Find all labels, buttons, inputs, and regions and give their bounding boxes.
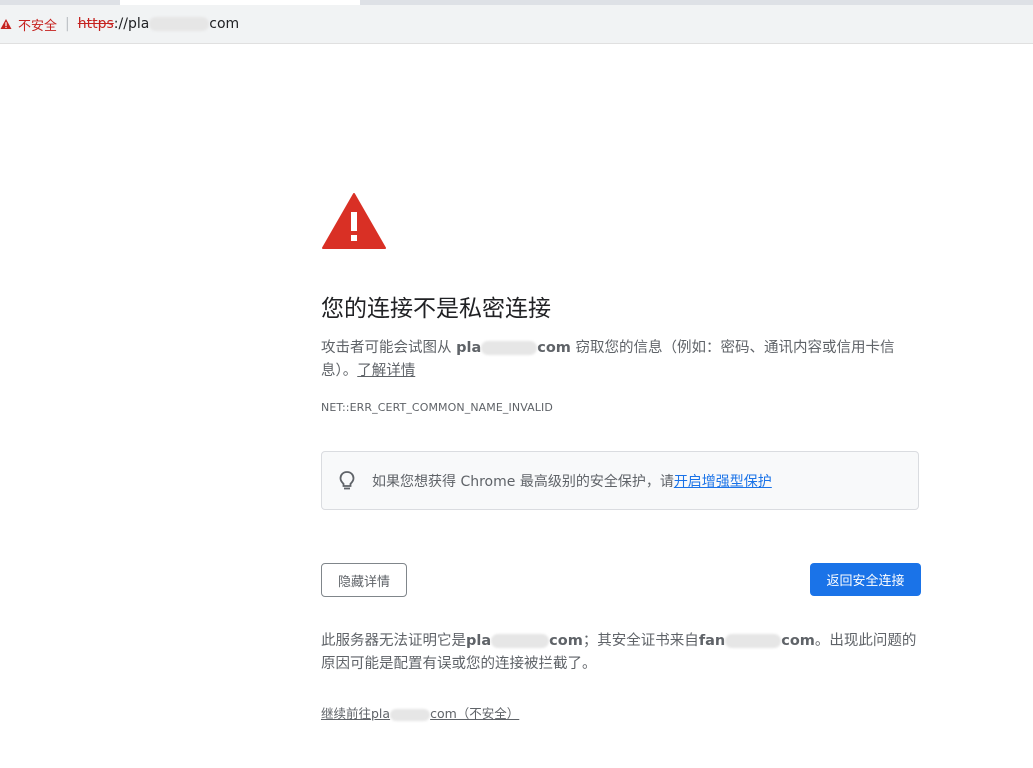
- details-host1-end: com: [549, 633, 583, 649]
- details-text: 此服务器无法证明它是pla com；其安全证书来自fan com。出现此问题的原因可…: [321, 630, 921, 676]
- desc-host-end: com: [537, 340, 571, 356]
- details-part2: ；其安全证书来自: [582, 633, 699, 649]
- redacted-host: [481, 341, 538, 355]
- hide-details-button[interactable]: 隐藏详情: [321, 563, 407, 597]
- redacted-host: [149, 17, 210, 31]
- details-host2-start: fan: [698, 633, 726, 649]
- enhanced-text: 如果您想获得 Chrome 最高级别的安全保护，请: [372, 473, 674, 490]
- details-part1: 此服务器无法证明它是: [321, 633, 466, 649]
- warning-icon: [321, 192, 387, 250]
- url-host-start: pla: [127, 16, 150, 32]
- url-scheme-separator: ://: [113, 16, 128, 32]
- error-description: 攻击者可能会试图从 pla com 窃取您的信息（例如：密码、通讯内容或信用卡信息…: [321, 337, 921, 383]
- url-scheme: https: [77, 16, 114, 32]
- address-bar[interactable]: 不安全 | https://pla com: [0, 5, 1033, 44]
- not-secure-label[interactable]: 不安全: [18, 15, 57, 34]
- redacted-host: [491, 634, 550, 648]
- proceed-start: 继续前往pla: [321, 706, 391, 721]
- proceed-unsafe-link[interactable]: 继续前往pla com（不安全）: [321, 703, 519, 722]
- desc-before: 攻击者可能会试图从: [321, 340, 457, 356]
- enable-enhanced-protection-link[interactable]: 开启增强型保护: [674, 474, 772, 490]
- enhanced-protection-box: 如果您想获得 Chrome 最高级别的安全保护，请开启增强型保护: [321, 451, 919, 510]
- lightbulb-icon: [338, 470, 356, 492]
- proceed-end: com（不安全）: [430, 706, 520, 721]
- url-host-end: com: [209, 16, 240, 32]
- details-host1-start: pla: [466, 633, 492, 649]
- omnibox-separator: |: [65, 16, 70, 32]
- redacted-host: [390, 708, 431, 721]
- learn-more-link[interactable]: 了解详情: [357, 363, 415, 379]
- not-secure-warning-icon[interactable]: [0, 18, 12, 30]
- details-host2-end: com: [781, 633, 815, 649]
- redacted-host: [725, 634, 782, 648]
- desc-host-start: pla: [456, 340, 482, 356]
- page-title: 您的连接不是私密连接: [321, 296, 551, 322]
- enhanced-protection-text: 如果您想获得 Chrome 最高级别的安全保护，请开启增强型保护: [372, 471, 772, 491]
- back-to-safety-button[interactable]: 返回安全连接: [810, 563, 921, 596]
- error-code: NET::ERR_CERT_COMMON_NAME_INVALID: [321, 401, 553, 414]
